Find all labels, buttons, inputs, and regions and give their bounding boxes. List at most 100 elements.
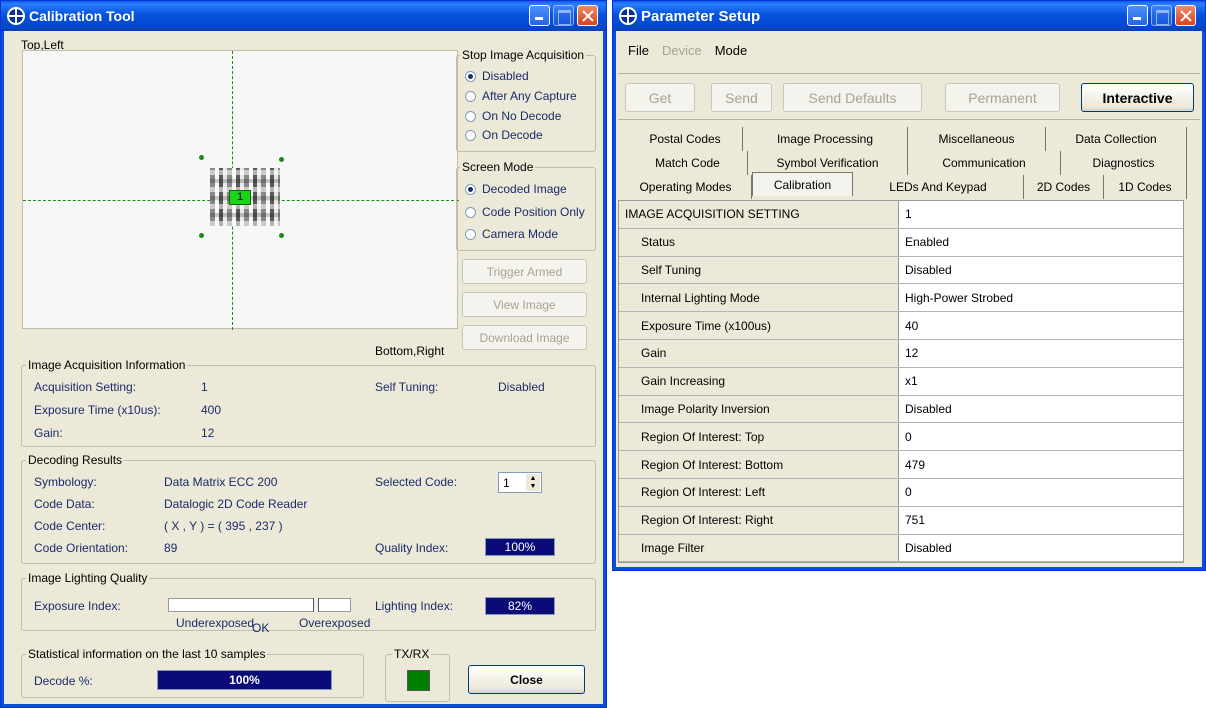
selected-code-spinner[interactable]: 1 ▲ ▼ (498, 472, 542, 493)
parameter-titlebar[interactable]: Parameter Setup (613, 1, 1205, 31)
radio-decoded-image[interactable]: Decoded Image (465, 182, 567, 196)
group-legend: Statistical information on the last 10 s… (26, 647, 268, 661)
close-button[interactable]: Close (468, 665, 585, 694)
param-key: Self Tuning (619, 256, 899, 284)
tab-communication[interactable]: Communication (908, 151, 1061, 175)
param-value[interactable]: x1 (899, 368, 1183, 395)
send-defaults-button[interactable]: Send Defaults (783, 83, 922, 112)
table-row[interactable]: Image Filter Disabled (619, 534, 1183, 563)
image-preview[interactable]: 1 (22, 50, 459, 330)
gain-value: 12 (201, 426, 215, 440)
table-row[interactable]: Region Of Interest: Top 0 (619, 423, 1183, 452)
table-row[interactable]: Region Of Interest: Left 0 (619, 478, 1183, 507)
radio-dot-icon (465, 110, 476, 122)
overexposed-label: Overexposed (299, 616, 371, 630)
send-button[interactable]: Send (711, 83, 772, 112)
radio-disabled[interactable]: Disabled (465, 69, 529, 83)
tab-image-processing[interactable]: Image Processing (743, 127, 908, 151)
table-row[interactable]: Region Of Interest: Bottom 479 (619, 451, 1183, 479)
close-icon[interactable] (577, 5, 598, 26)
spin-down-icon[interactable]: ▼ (526, 482, 540, 491)
tab-operating-modes[interactable]: Operating Modes (620, 175, 752, 199)
radio-dot-icon (465, 183, 476, 195)
param-key: Gain (619, 339, 899, 367)
group-legend: Decoding Results (26, 453, 125, 467)
param-key: Region Of Interest: Right (619, 506, 899, 534)
radio-on-no-decode[interactable]: On No Decode (465, 109, 561, 123)
param-value[interactable]: 751 (899, 507, 1183, 534)
decode-percent-value: 100% (157, 670, 332, 690)
minimize-icon[interactable] (529, 5, 550, 26)
bottom-right-label: Bottom,Right (375, 344, 445, 358)
tab-data-collection[interactable]: Data Collection (1046, 127, 1187, 151)
close-icon[interactable] (1175, 5, 1196, 26)
radio-code-position-only[interactable]: Code Position Only (465, 205, 585, 219)
quality-index-value: 100% (485, 538, 555, 556)
table-row[interactable]: Region Of Interest: Right 751 (619, 506, 1183, 535)
param-value[interactable]: 12 (899, 340, 1183, 367)
calibration-titlebar[interactable]: Calibration Tool (1, 1, 606, 31)
tab-calibration[interactable]: Calibration (752, 172, 853, 196)
table-row[interactable]: Exposure Time (x100us) 40 (619, 312, 1183, 340)
table-row[interactable]: Image Polarity Inversion Disabled (619, 395, 1183, 424)
maximize-icon (1151, 5, 1172, 26)
tab-match-code[interactable]: Match Code (628, 151, 748, 175)
table-row[interactable]: Internal Lighting Mode High-Power Strobed (619, 284, 1183, 313)
group-legend: TX/RX (392, 647, 432, 661)
param-value[interactable]: Disabled (899, 396, 1183, 423)
acq-setting-label: Acquisition Setting: (34, 380, 137, 394)
param-value[interactable]: 479 (899, 451, 1183, 478)
code-center-value: ( X , Y ) = ( 395 , 237 ) (164, 519, 283, 533)
table-row[interactable]: Self Tuning Disabled (619, 256, 1183, 285)
view-image-button[interactable]: View Image (462, 292, 587, 317)
radio-on-decode[interactable]: On Decode (465, 128, 543, 142)
selected-code-label: Selected Code: (375, 475, 458, 489)
download-image-button[interactable]: Download Image (462, 325, 587, 350)
acq-setting-value: 1 (201, 380, 208, 394)
table-row[interactable]: Gain Increasing x1 (619, 367, 1183, 396)
param-value[interactable]: 1 (899, 201, 1183, 228)
txrx-indicator (407, 670, 430, 691)
tab-2d-codes[interactable]: 2D Codes (1024, 175, 1104, 199)
param-value[interactable]: Enabled (899, 229, 1183, 256)
menu-file[interactable]: File (628, 43, 649, 58)
radio-camera-mode[interactable]: Camera Mode (465, 227, 558, 241)
get-button[interactable]: Get (625, 83, 695, 112)
param-value[interactable]: High-Power Strobed (899, 284, 1183, 311)
code-data-label: Code Data: (34, 497, 95, 511)
window-title: Parameter Setup (641, 7, 761, 25)
table-row[interactable]: IMAGE ACQUISITION SETTING 1 (619, 201, 1183, 229)
param-key: Region Of Interest: Bottom (619, 451, 899, 478)
trigger-armed-button[interactable]: Trigger Armed (462, 259, 587, 284)
radio-label: Disabled (482, 69, 529, 83)
interactive-button[interactable]: Interactive (1081, 83, 1194, 112)
param-value[interactable]: Disabled (899, 257, 1183, 284)
minimize-icon[interactable] (1127, 5, 1148, 26)
param-value[interactable]: 0 (899, 479, 1183, 506)
group-legend: Stop Image Acquisition (460, 48, 587, 62)
param-key: Image Filter (619, 534, 899, 562)
maximize-icon (553, 5, 574, 26)
tab-1d-codes[interactable]: 1D Codes (1104, 175, 1187, 199)
radio-after-any-capture[interactable]: After Any Capture (465, 89, 577, 103)
param-value[interactable]: Disabled (899, 535, 1183, 562)
menu-device[interactable]: Device (662, 43, 702, 58)
tab-leds-and-keypad[interactable]: LEDs And Keypad (853, 175, 1024, 199)
tab-postal-codes[interactable]: Postal Codes (628, 127, 743, 151)
menu-mode[interactable]: Mode (715, 43, 748, 58)
param-key: Gain Increasing (619, 367, 899, 395)
radio-dot-icon (465, 129, 476, 141)
param-value[interactable]: 0 (899, 423, 1183, 450)
param-value[interactable]: 40 (899, 312, 1183, 339)
table-row[interactable]: Status Enabled (619, 228, 1183, 257)
tab-diagnostics[interactable]: Diagnostics (1061, 151, 1187, 175)
radio-dot-icon (465, 90, 476, 102)
radio-label: On Decode (482, 128, 543, 142)
tab-miscellaneous[interactable]: Miscellaneous (908, 127, 1046, 151)
param-key: Image Polarity Inversion (619, 395, 899, 423)
permanent-button[interactable]: Permanent (945, 83, 1060, 112)
selected-code-value: 1 (503, 476, 510, 490)
table-row[interactable]: Gain 12 (619, 339, 1183, 368)
code-marker: 1 (229, 190, 251, 205)
lighting-index-value: 82% (485, 597, 555, 615)
